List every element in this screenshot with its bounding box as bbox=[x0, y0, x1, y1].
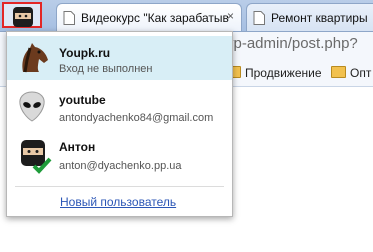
ninja-icon bbox=[13, 7, 33, 27]
bookmark-label: Опт bbox=[350, 66, 372, 80]
bookmark-opt[interactable]: Опт bbox=[331, 66, 371, 80]
alien-icon bbox=[19, 91, 45, 122]
bookmark-prodvizhenie[interactable]: Продвижение bbox=[226, 66, 322, 80]
horse-icon bbox=[22, 43, 48, 73]
menu-divider bbox=[15, 186, 224, 187]
bookmark-label: Продвижение bbox=[245, 66, 322, 80]
profile-email: antondyachenko84@gmail.com bbox=[59, 112, 214, 124]
page-icon bbox=[253, 11, 265, 25]
page-icon bbox=[63, 11, 75, 25]
profile-item-youtube[interactable]: youtube antondyachenko84@gmail.com bbox=[7, 87, 232, 129]
close-tab-icon[interactable]: × bbox=[227, 9, 234, 23]
tab-videocourse[interactable]: Видеокурс "Как зарабатыв × bbox=[56, 3, 242, 31]
profile-menu: Youpk.ru Вход не выполнен youtube antond… bbox=[6, 31, 233, 217]
new-user-link[interactable]: Новый пользователь bbox=[60, 195, 176, 209]
tab-renovation[interactable]: Ремонт квартиры bbox=[246, 3, 373, 31]
tab-title: Ремонт квартиры bbox=[271, 11, 368, 25]
ninja-icon bbox=[21, 140, 52, 174]
profile-menu-button[interactable] bbox=[2, 2, 42, 28]
address-bar[interactable]: vp-admin/post.php? bbox=[226, 35, 358, 52]
profile-item-youpk[interactable]: Youpk.ru Вход не выполнен bbox=[7, 36, 232, 80]
tab-title: Видеокурс "Как зарабатыв bbox=[81, 11, 229, 25]
profile-item-anton[interactable]: Антон anton@dyachenko.pp.ua bbox=[7, 134, 232, 178]
folder-icon bbox=[331, 66, 346, 78]
profile-name: Youpk.ru bbox=[59, 46, 111, 60]
profile-email: anton@dyachenko.pp.ua bbox=[59, 160, 182, 172]
profile-name: youtube bbox=[59, 93, 106, 107]
profile-status: Вход не выполнен bbox=[59, 63, 153, 75]
profile-name: Антон bbox=[59, 140, 96, 154]
